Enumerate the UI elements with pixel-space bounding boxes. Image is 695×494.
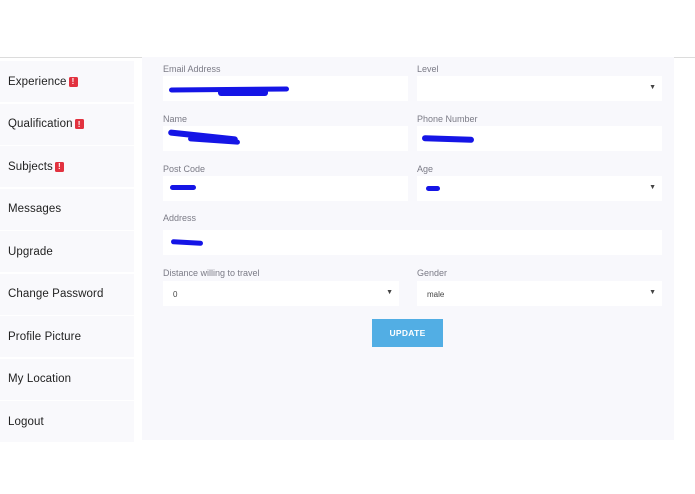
- chevron-down-icon: ▼: [386, 289, 393, 296]
- chevron-down-icon: ▼: [649, 289, 656, 296]
- redaction-mark: [218, 89, 268, 96]
- redaction-mark: [170, 185, 196, 190]
- sidebar-item-label: Profile Picture: [8, 330, 82, 343]
- alert-badge: !: [68, 76, 78, 87]
- alert-badge: !: [54, 161, 64, 172]
- sidebar-item-messages[interactable]: Messages: [0, 188, 134, 230]
- phone-field[interactable]: [417, 126, 662, 151]
- redaction-mark: [170, 239, 204, 246]
- sidebar-item-profile-picture[interactable]: Profile Picture: [0, 316, 134, 357]
- sidebar-item-upgrade[interactable]: Upgrade: [0, 231, 134, 272]
- sidebar-item-subjects[interactable]: Subjects !: [0, 146, 134, 187]
- name-label: Name: [163, 114, 188, 124]
- sidebar-item-label: Experience: [8, 75, 67, 88]
- chevron-down-icon: ▼: [649, 84, 656, 91]
- sidebar-item-my-location[interactable]: My Location: [0, 358, 134, 400]
- name-field[interactable]: [163, 126, 408, 151]
- age-label: Age: [417, 164, 434, 174]
- sidebar-item-experience[interactable]: Experience !: [0, 61, 134, 102]
- redaction-mark: [421, 135, 475, 143]
- level-label: Level: [417, 64, 439, 74]
- postcode-label: Post Code: [163, 164, 206, 174]
- top-header: [0, 0, 695, 58]
- address-label: Address: [163, 213, 197, 223]
- sidebar-item-change-password[interactable]: Change Password: [0, 273, 134, 315]
- sidebar-item-label: Change Password: [8, 288, 104, 300]
- sidebar-item-label: Subjects: [8, 160, 53, 173]
- email-field[interactable]: [163, 76, 408, 101]
- alert-badge: !: [74, 119, 84, 129]
- sidebar-item-logout[interactable]: Logout: [0, 401, 134, 442]
- chevron-down-icon: ▼: [649, 184, 656, 191]
- distance-select[interactable]: 0 ▼: [163, 281, 399, 306]
- update-button[interactable]: UPDATE: [372, 319, 443, 347]
- profile-sidebar: Experience ! Qualification ! Subjects ! …: [0, 61, 134, 444]
- sidebar-item-qualification[interactable]: Qualification !: [0, 103, 134, 145]
- email-label: Email Address: [163, 64, 221, 74]
- age-select[interactable]: ▼: [417, 176, 662, 201]
- gender-label: Gender: [417, 268, 448, 278]
- sidebar-item-label: My Location: [8, 373, 72, 385]
- sidebar-item-label: Qualification: [8, 118, 73, 130]
- gender-select[interactable]: male ▼: [417, 281, 662, 306]
- level-select[interactable]: ▼: [417, 76, 662, 101]
- redaction-mark: [426, 186, 440, 191]
- sidebar-item-label: Logout: [8, 415, 44, 428]
- address-field[interactable]: [163, 230, 662, 255]
- distance-value: 0: [173, 290, 178, 299]
- postcode-field[interactable]: [163, 176, 408, 201]
- phone-label: Phone Number: [417, 114, 478, 124]
- sidebar-item-label: Upgrade: [8, 245, 53, 258]
- gender-value: male: [427, 290, 445, 299]
- distance-label: Distance willing to travel: [163, 268, 260, 278]
- sidebar-item-label: Messages: [8, 203, 62, 215]
